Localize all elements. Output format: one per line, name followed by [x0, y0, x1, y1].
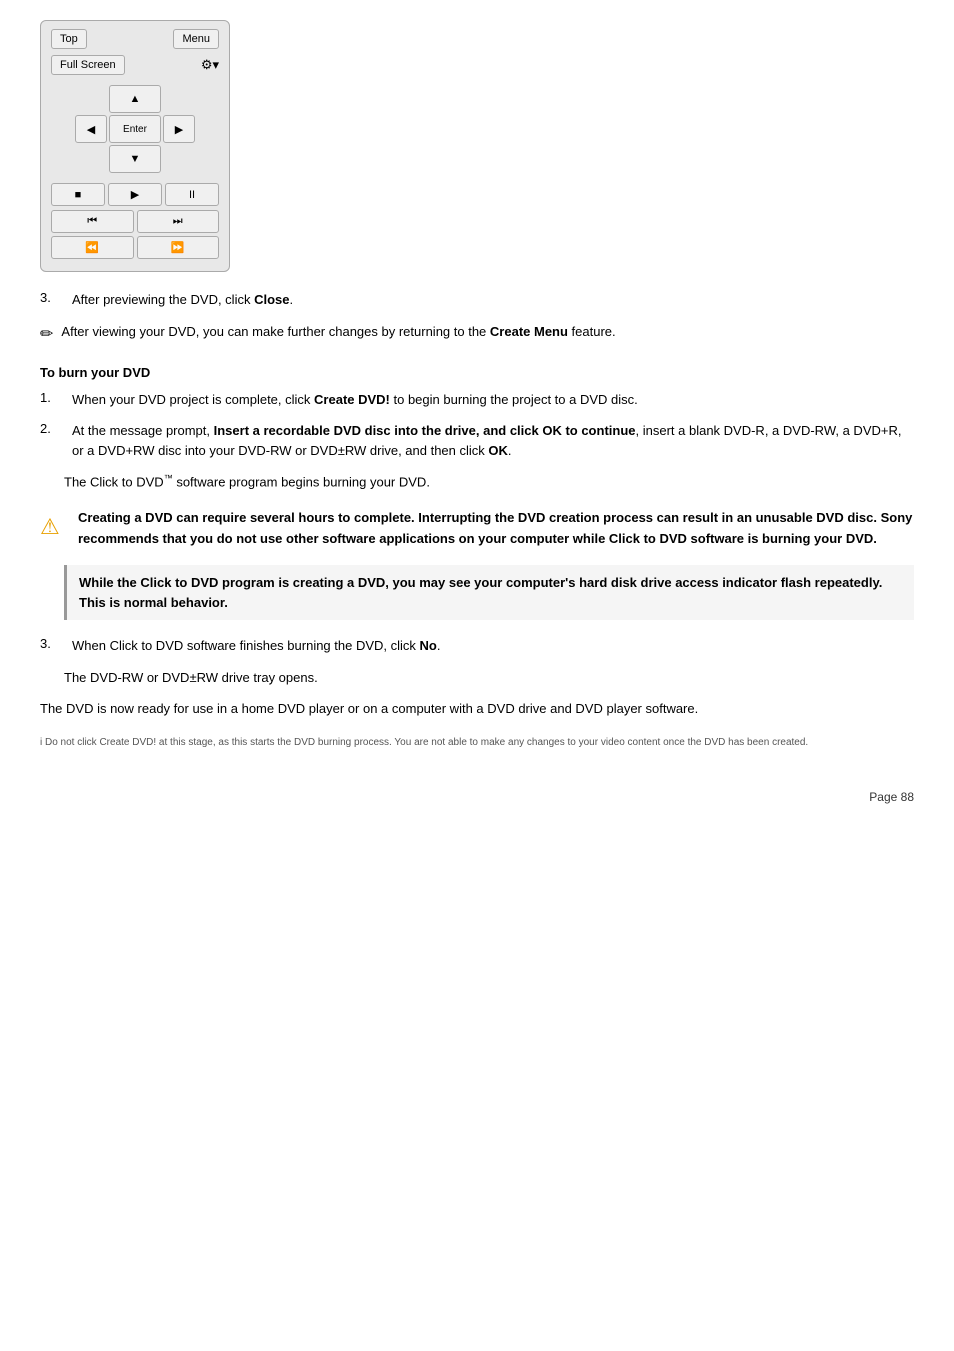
remote-transport-controls: ■ ▶ II	[51, 183, 219, 206]
step-3-item: 3. After previewing the DVD, click Close…	[40, 290, 914, 310]
nav-up-button[interactable]: ▲	[109, 85, 161, 113]
trademark-symbol: ™	[164, 473, 173, 483]
info-text: While the Click to DVD program is creati…	[79, 575, 882, 610]
insert-disc-bold: Insert a recordable DVD disc into the dr…	[214, 423, 636, 438]
down-arrow-icon: ▼	[130, 153, 141, 165]
next-chapter-icon: ⏭	[173, 215, 183, 228]
step-3-number: 3.	[40, 290, 64, 310]
nav-down-button[interactable]: ▼	[109, 145, 161, 173]
pause-button[interactable]: II	[165, 183, 219, 206]
next-chapter-button[interactable]: ⏭	[137, 210, 220, 233]
remote-control-widget: Top Menu Full Screen ⚙▾ ▲ ◀ Enter ▶ ▼ ■	[40, 20, 230, 272]
rewind-button[interactable]: ⏪	[51, 236, 134, 259]
play-button[interactable]: ▶	[108, 183, 162, 206]
burn-step-2-text: At the message prompt, Insert a recordab…	[72, 421, 914, 460]
burn-step-1-item: 1. When your DVD project is complete, cl…	[40, 390, 914, 410]
burn-step-2-item: 2. At the message prompt, Insert a recor…	[40, 421, 914, 460]
prev-chapter-icon: ⏮	[87, 215, 97, 228]
note-line: ✏ After viewing your DVD, you can make f…	[40, 322, 914, 347]
up-arrow-icon: ▲	[130, 93, 141, 105]
step-3-bold: Close	[254, 292, 289, 307]
rewind-icon: ⏪	[85, 241, 99, 254]
remote-seek-controls: ⏮ ⏭ ⏪ ⏩	[51, 210, 219, 259]
top-button[interactable]: Top	[51, 29, 87, 49]
nav-right-button[interactable]: ▶	[163, 115, 195, 143]
right-arrow-icon: ▶	[175, 123, 183, 136]
create-dvd-bold: Create DVD!	[314, 392, 390, 407]
click-to-dvd-text: The Click to DVD™ software program begin…	[64, 472, 914, 492]
fullscreen-button-label: Full Screen	[60, 59, 116, 71]
menu-button[interactable]: Menu	[173, 29, 219, 49]
tray-opens-text: The DVD-RW or DVD±RW drive tray opens.	[64, 668, 914, 688]
remote-top-row: Top Menu	[51, 29, 219, 49]
stop-icon: ■	[75, 189, 82, 201]
footnote-text: i Do not click Create DVD! at this stage…	[40, 735, 914, 750]
fast-forward-button[interactable]: ⏩	[137, 236, 220, 259]
note-text: After viewing your DVD, you can make fur…	[61, 322, 615, 342]
step-3-text: After previewing the DVD, click Close.	[72, 290, 293, 310]
fast-forward-icon: ⏩	[171, 241, 185, 254]
burn-step-1-number: 1.	[40, 390, 64, 410]
remote-fullscreen-row: Full Screen ⚙▾	[51, 55, 219, 75]
page-number: Page 88	[40, 790, 914, 804]
ok-bold: OK	[488, 443, 508, 458]
burn-step-2-number: 2.	[40, 421, 64, 460]
burn-step-1-text: When your DVD project is complete, click…	[72, 390, 638, 410]
no-bold: No	[420, 638, 437, 653]
play-icon: ▶	[131, 188, 139, 201]
note-bold: Create Menu	[490, 324, 568, 339]
left-arrow-icon: ◀	[87, 123, 95, 136]
pause-icon: II	[189, 189, 195, 201]
fullscreen-button[interactable]: Full Screen	[51, 55, 125, 75]
nav-enter-button[interactable]: Enter	[109, 115, 161, 143]
menu-button-label: Menu	[182, 33, 210, 45]
remote-nav-pad: ▲ ◀ Enter ▶ ▼	[51, 85, 219, 173]
prev-chapter-button[interactable]: ⏮	[51, 210, 134, 233]
burn-step-3-number: 3.	[40, 636, 64, 656]
nav-left-button[interactable]: ◀	[75, 115, 107, 143]
stop-button[interactable]: ■	[51, 183, 105, 206]
burn-step-3-item: 3. When Click to DVD software finishes b…	[40, 636, 914, 656]
warning-text: Creating a DVD can require several hours…	[78, 508, 914, 550]
warning-triangle-icon: ⚠	[40, 509, 68, 544]
burn-section-heading: To burn your DVD	[40, 365, 914, 380]
note-pencil-icon: ✏	[40, 323, 53, 347]
top-button-label: Top	[60, 33, 78, 45]
dvd-ready-text: The DVD is now ready for use in a home D…	[40, 699, 914, 719]
burn-step-3-text: When Click to DVD software finishes burn…	[72, 636, 440, 656]
warning-box: ⚠ Creating a DVD can require several hou…	[40, 508, 914, 550]
info-box: While the Click to DVD program is creati…	[64, 565, 914, 620]
enter-button-label: Enter	[123, 124, 147, 135]
settings-icon: ⚙▾	[201, 57, 219, 73]
